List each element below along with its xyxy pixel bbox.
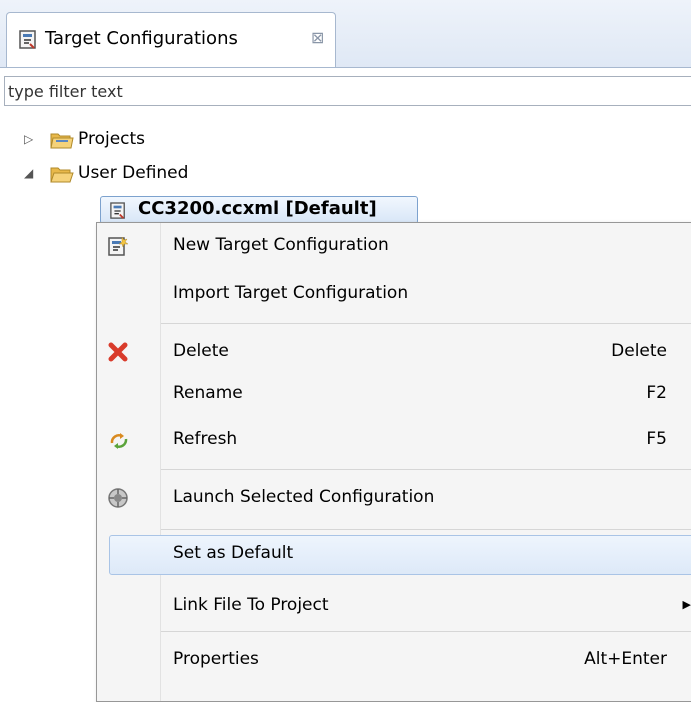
tree-item-user-defined[interactable]: ◢ User Defined bbox=[0, 160, 300, 188]
tab-title: Target Configurations bbox=[45, 28, 238, 49]
menu-separator bbox=[161, 529, 691, 530]
new-target-config-icon bbox=[107, 235, 131, 259]
collapse-arrow-icon[interactable]: ◢ bbox=[24, 166, 33, 180]
close-icon[interactable]: ⊠ bbox=[311, 28, 324, 47]
menu-item-import-target-configuration[interactable]: Import Target Configuration bbox=[97, 271, 691, 319]
tab-divider bbox=[0, 67, 691, 68]
menu-item-shortcut: Delete bbox=[611, 341, 667, 361]
menu-item-label: Launch Selected Configuration bbox=[173, 487, 435, 507]
filter-input[interactable] bbox=[5, 77, 691, 105]
menu-item-refresh[interactable]: Refresh F5 bbox=[97, 417, 691, 465]
menu-item-rename[interactable]: Rename F2 bbox=[97, 371, 691, 419]
menu-item-label: Rename bbox=[173, 383, 243, 403]
menu-item-label: Import Target Configuration bbox=[173, 283, 409, 303]
view-tab-bar: Target Configurations ⊠ bbox=[0, 0, 691, 68]
menu-item-delete[interactable]: Delete Delete bbox=[97, 329, 691, 377]
menu-separator bbox=[161, 469, 691, 470]
target-config-icon bbox=[19, 30, 37, 55]
menu-item-properties[interactable]: Properties Alt+Enter bbox=[97, 637, 691, 685]
menu-item-launch-selected-configuration[interactable]: Launch Selected Configuration bbox=[97, 475, 691, 523]
menu-item-label: Delete bbox=[173, 341, 229, 361]
tab-target-configurations[interactable]: Target Configurations ⊠ bbox=[6, 12, 336, 68]
menu-item-label: Properties bbox=[173, 649, 259, 669]
tree-item-label: Projects bbox=[78, 129, 146, 149]
tree-item-projects[interactable]: ▷ Projects bbox=[0, 126, 300, 154]
context-menu: New Target Configuration Import Target C… bbox=[96, 222, 691, 702]
menu-item-new-target-configuration[interactable]: New Target Configuration bbox=[97, 223, 691, 271]
menu-item-label: Refresh bbox=[173, 429, 238, 449]
expand-arrow-icon[interactable]: ▷ bbox=[24, 132, 33, 146]
menu-item-shortcut: F5 bbox=[646, 429, 667, 449]
menu-item-label: Link File To Project bbox=[173, 595, 329, 615]
menu-item-link-file-to-project[interactable]: Link File To Project ▶ bbox=[97, 583, 691, 631]
menu-item-label: New Target Configuration bbox=[173, 235, 389, 255]
menu-item-shortcut: F2 bbox=[646, 383, 667, 403]
menu-item-set-as-default[interactable]: Set as Default bbox=[97, 531, 691, 579]
delete-icon bbox=[107, 341, 131, 365]
menu-separator bbox=[161, 323, 691, 324]
tree-item-cc3200-ccxml[interactable]: CC3200.ccxml [Default] bbox=[100, 196, 418, 224]
menu-separator bbox=[161, 631, 691, 632]
submenu-arrow-icon: ▶ bbox=[682, 598, 691, 611]
tree-item-label: User Defined bbox=[78, 163, 189, 183]
folder-icon bbox=[50, 130, 74, 155]
menu-item-shortcut: Alt+Enter bbox=[584, 649, 667, 669]
refresh-icon bbox=[107, 429, 131, 453]
selected-file-label: CC3200.ccxml [Default] bbox=[138, 198, 377, 219]
filter-box bbox=[4, 76, 691, 106]
menu-item-label: Set as Default bbox=[173, 543, 294, 563]
launch-icon bbox=[107, 487, 131, 511]
open-folder-icon bbox=[50, 164, 74, 189]
